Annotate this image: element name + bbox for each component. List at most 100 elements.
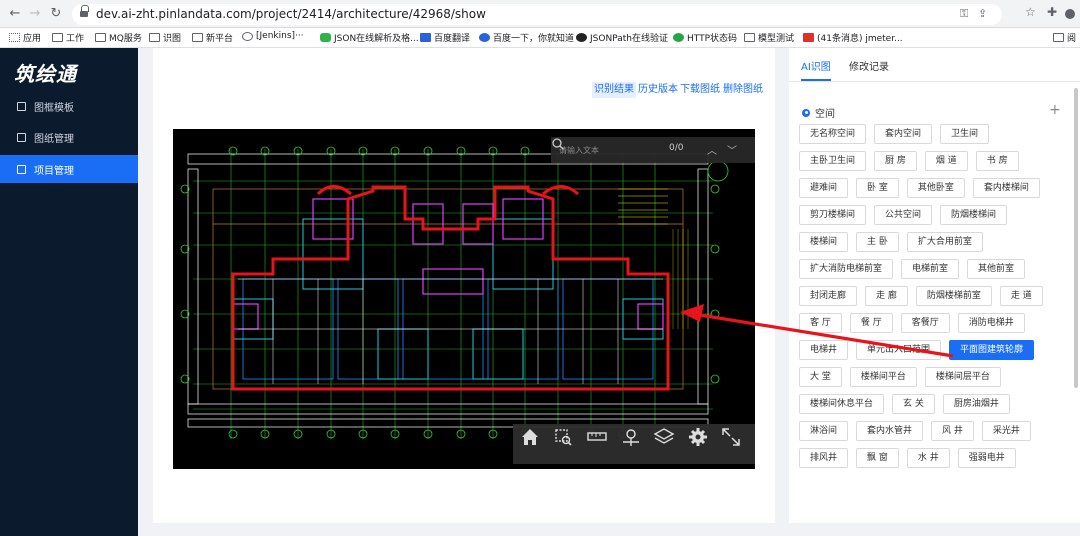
space-tag[interactable]: 其他卧室 bbox=[906, 178, 965, 198]
chevron-up-icon[interactable]: ︿ bbox=[707, 142, 717, 157]
bookmark-folder[interactable]: 新平台 bbox=[192, 31, 233, 44]
layers-icon[interactable] bbox=[651, 424, 677, 450]
space-tag[interactable]: 客 厅 bbox=[799, 313, 842, 333]
panel-scrollbar[interactable] bbox=[1074, 88, 1078, 388]
recognition-result-link[interactable]: 识别结果 bbox=[592, 82, 636, 98]
project-icon bbox=[17, 164, 26, 174]
space-tag[interactable]: 厨房油烟井 bbox=[942, 394, 1010, 414]
space-tag[interactable]: 烟 道 bbox=[924, 151, 968, 171]
extensions-icon[interactable]: ✚ bbox=[1047, 5, 1057, 19]
space-tag[interactable]: 单元出入口范围 bbox=[856, 340, 942, 360]
space-tag[interactable]: 客餐厅 bbox=[900, 313, 950, 333]
sidebar-item-frame-template[interactable]: 图框模板 bbox=[0, 92, 138, 120]
github-icon bbox=[576, 33, 587, 42]
back-icon[interactable]: ← bbox=[6, 5, 24, 23]
home-icon[interactable] bbox=[517, 424, 543, 450]
add-icon[interactable]: + bbox=[1049, 102, 1061, 118]
address-bar[interactable]: dev.ai-zht.pinlandata.com/project/2414/a… bbox=[72, 4, 1002, 25]
tab-change-history[interactable]: 修改记录 bbox=[849, 61, 889, 81]
space-tag[interactable]: 玄 关 bbox=[892, 394, 935, 414]
tag-row: 客 厅餐 厅客餐厅 消防电梯井 bbox=[799, 313, 1061, 333]
star-icon[interactable]: ☆ bbox=[1025, 5, 1036, 19]
space-tag[interactable]: 走 廊 bbox=[865, 286, 908, 306]
key-icon[interactable]: ⚿ bbox=[960, 7, 968, 21]
space-tag[interactable]: 套内水管井 bbox=[856, 421, 924, 441]
bookmark-folder[interactable]: MQ服务 bbox=[95, 31, 142, 44]
space-tag[interactable]: 套内楼梯间 bbox=[972, 178, 1040, 198]
space-tag[interactable]: 淋浴间 bbox=[799, 421, 849, 441]
drawing-icon bbox=[17, 132, 26, 142]
bookmark-apps[interactable]: 应用 bbox=[9, 31, 41, 44]
bookmark-jsonpath[interactable]: JSONPath在线验证 bbox=[576, 31, 668, 44]
zoom-area-icon[interactable] bbox=[550, 424, 576, 450]
bookmark-jenkins[interactable]: [Jenkins]··· bbox=[242, 31, 304, 41]
url-text[interactable]: dev.ai-zht.pinlandata.com/project/2414/a… bbox=[96, 7, 486, 21]
search-icon[interactable] bbox=[551, 137, 565, 151]
space-tag[interactable]: 主 卧 bbox=[856, 232, 899, 252]
tab-ai-recognition[interactable]: AI识图 bbox=[801, 61, 831, 81]
space-tag[interactable]: 无名称空间 bbox=[799, 124, 867, 144]
space-tag[interactable]: 卫生间 bbox=[940, 124, 990, 144]
bookmark-folder[interactable]: 识图 bbox=[149, 31, 181, 44]
bookmark-json[interactable]: JSON在线解析及格... bbox=[320, 31, 419, 44]
space-tag[interactable]: 楼梯间 bbox=[799, 232, 849, 252]
space-tag[interactable]: 套内空间 bbox=[874, 124, 933, 144]
delete-drawing-link[interactable]: 删除图纸 bbox=[721, 82, 765, 98]
sidebar-item-drawing-management[interactable]: 图纸管理 bbox=[0, 123, 138, 151]
space-tag[interactable]: 水 井 bbox=[906, 448, 950, 468]
bookmark-translate[interactable]: 百度翻译 bbox=[420, 31, 470, 44]
forward-icon[interactable]: → bbox=[26, 5, 44, 23]
share-icon[interactable]: ⇪ bbox=[978, 7, 987, 20]
space-tag[interactable]: 剪刀楼梯间 bbox=[799, 205, 867, 225]
cad-drawing-viewer[interactable]: 0/0 ︿ ﹀ bbox=[173, 129, 755, 469]
space-tag[interactable]: 书 房 bbox=[975, 151, 1019, 171]
chevron-down-icon[interactable]: ﹀ bbox=[727, 142, 737, 157]
space-tag[interactable]: 其他前室 bbox=[967, 259, 1026, 279]
drawing-search-input[interactable] bbox=[559, 142, 653, 158]
folder-icon bbox=[95, 33, 106, 42]
space-tag[interactable]: 采光井 bbox=[981, 421, 1031, 441]
space-tag[interactable]: 主卧卫生间 bbox=[799, 151, 867, 171]
space-tag-list: 无名称空间 套内空间 卫生间主卧卫生间厨 房烟 道书 房避难间卧 室其他卧室 套内楼梯… bbox=[799, 124, 1061, 475]
space-tag[interactable]: 排风井 bbox=[799, 448, 849, 468]
cad-floor-plan bbox=[180, 146, 729, 439]
space-tag[interactable]: 飘 窗 bbox=[856, 448, 899, 468]
space-tag[interactable]: 强弱电井 bbox=[957, 448, 1016, 468]
space-tag[interactable]: 厨 房 bbox=[874, 151, 917, 171]
bookmark-http[interactable]: HTTP状态码 bbox=[673, 31, 737, 44]
space-tag[interactable]: 走 道 bbox=[999, 286, 1043, 306]
profile-avatar[interactable] bbox=[1065, 9, 1075, 19]
download-drawing-link[interactable]: 下载图纸 bbox=[678, 82, 722, 98]
locate-icon[interactable] bbox=[618, 424, 644, 450]
fullscreen-icon[interactable] bbox=[718, 424, 744, 450]
space-section-header[interactable]: 空间 bbox=[802, 105, 835, 120]
settings-icon[interactable] bbox=[685, 424, 711, 450]
space-tag[interactable]: 防烟楼梯前室 bbox=[915, 286, 992, 306]
bookmark-folder[interactable]: 工作 bbox=[52, 31, 84, 44]
bookmark-csdn[interactable]: (41条消息) jmeter... bbox=[803, 31, 903, 44]
space-tag[interactable]: 扩大合用前室 bbox=[906, 232, 983, 252]
space-tag[interactable]: 平面图建筑轮廓 bbox=[949, 340, 1035, 360]
space-tag[interactable]: 避难间 bbox=[799, 178, 849, 198]
space-tag[interactable]: 消防电梯井 bbox=[957, 313, 1025, 333]
reload-icon[interactable]: ↻ bbox=[47, 5, 65, 23]
space-tag[interactable]: 电梯前室 bbox=[901, 259, 960, 279]
history-version-link[interactable]: 历史版本 bbox=[636, 82, 680, 98]
space-tag[interactable]: 餐 厅 bbox=[849, 313, 893, 333]
sidebar-item-project-management[interactable]: 项目管理 bbox=[0, 155, 138, 183]
space-tag[interactable]: 公共空间 bbox=[874, 205, 933, 225]
reading-list[interactable]: 阅 bbox=[1053, 31, 1076, 44]
space-tag[interactable]: 楼梯间层平台 bbox=[924, 367, 1001, 387]
bookmark-baidu[interactable]: 百度一下，你就知道 bbox=[479, 31, 574, 44]
bookmark-folder[interactable]: 模型测试 bbox=[744, 31, 794, 44]
space-tag[interactable]: 楼梯间平台 bbox=[849, 367, 917, 387]
measure-icon[interactable] bbox=[584, 424, 610, 450]
space-tag[interactable]: 电梯井 bbox=[799, 340, 849, 360]
space-tag[interactable]: 楼梯间休息平台 bbox=[799, 394, 885, 414]
space-tag[interactable]: 卧 室 bbox=[856, 178, 899, 198]
space-tag[interactable]: 防烟楼梯间 bbox=[940, 205, 1008, 225]
space-tag[interactable]: 扩大消防电梯前室 bbox=[799, 259, 894, 279]
space-tag[interactable]: 大 堂 bbox=[799, 367, 842, 387]
space-tag[interactable]: 封闭走廊 bbox=[799, 286, 858, 306]
space-tag[interactable]: 风 井 bbox=[931, 421, 974, 441]
